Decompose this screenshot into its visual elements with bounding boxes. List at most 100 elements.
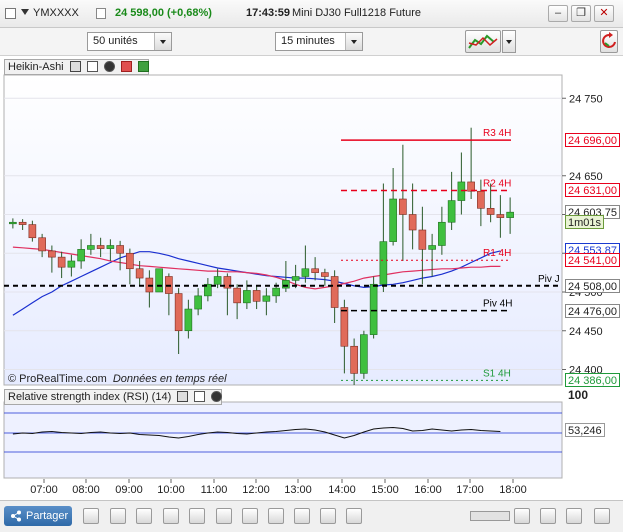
price-tag: 24 696,00 [565,133,620,148]
rectangle-tool-icon[interactable] [189,508,205,524]
settings-icon[interactable] [594,508,610,524]
candle-body [184,308,193,332]
refresh-button[interactable] [600,30,618,53]
close-icon[interactable] [211,390,223,402]
eraser-tool-icon[interactable] [268,508,284,524]
x-tick-label: 16:00 [414,484,442,496]
price-tag: 24 386,00 [565,373,620,388]
chevron-down-icon [506,40,512,44]
candle-body [379,241,388,285]
units-select[interactable]: 50 unités [87,32,172,51]
chart-toolbar: 50 unités 15 minutes [0,28,623,56]
share-button[interactable]: Partager [4,506,72,526]
price-pane[interactable] [3,74,563,386]
text-tool-icon[interactable] [216,508,232,524]
candle-body [194,295,202,310]
candle-body [213,276,222,285]
clock-time: 17:43:59 [246,7,291,19]
candle-body [457,181,466,201]
maximize-icon[interactable] [86,60,98,72]
x-tick-label: 08:00 [72,484,100,496]
line-tool-icon[interactable] [110,508,126,524]
restore-icon[interactable]: ❐ [571,5,591,22]
price-tag: 24 508,00 [565,278,620,293]
wrench-icon[interactable] [69,60,81,72]
symbol-name[interactable]: YMXXXX [33,7,79,19]
close-icon[interactable]: ✕ [594,5,614,22]
x-tick-label: 15:00 [371,484,399,496]
price-tag: 24 541,00 [565,253,620,268]
candle-body [243,290,251,304]
pivot-label: R2 4H [483,178,511,189]
candle-body [9,221,17,225]
sync-checkbox[interactable] [5,8,16,19]
rsi-scale-top: 100 [568,388,589,402]
move-up-icon[interactable] [137,60,149,72]
watermark-copyright: © ProRealTime.com [8,373,107,385]
instrument-name: Mini DJ30 Full1218 Future [292,7,422,19]
fibonacci-tool-icon[interactable] [136,508,152,524]
units-select-value: 50 unités [93,35,138,47]
candle-body [106,245,115,249]
refresh-icon [602,32,616,48]
zoom-tool-icon[interactable] [514,508,530,524]
pivot-label: R3 4H [483,128,511,139]
candle-body [447,200,456,223]
bottom-toolbar: Partager [0,500,623,532]
x-axis: 07:00 08:00 09:00 10:00 11:00 12:00 13:00 14:00… [30,479,527,496]
magnet-tool-icon[interactable] [294,508,310,524]
y-tick-label: 24 450 [569,326,603,338]
zoom-out-icon[interactable] [566,508,582,524]
candle-body [126,252,134,270]
indicators-dropdown[interactable] [502,30,516,53]
pivot-label: R1 4H [483,248,511,259]
candle-body [301,268,310,277]
watermark-note: Données en temps réel [112,373,227,385]
zoom-in-icon[interactable] [540,508,556,524]
candle-body [418,229,427,250]
candle-body [262,295,271,302]
candle-body [272,287,280,297]
candle-body [477,190,485,209]
candle-body [486,208,495,215]
chart-canvas[interactable]: R3 4H R2 4H R1 4H Piv J Piv 4H S1 4H 07:00 08:… [0,56,623,500]
main-panel-title: Heikin-Ashi [8,61,64,73]
x-tick-label: 14:00 [328,484,356,496]
watermark: © ProRealTime.com Données en temps réel [8,373,227,385]
indicators-button[interactable] [465,30,501,53]
candle-body [38,237,46,252]
share-icon [11,510,21,522]
candle-body [233,287,241,304]
chevron-down-icon[interactable] [154,33,171,50]
arrow-tool-icon[interactable] [242,508,258,524]
drawing-tool-icon[interactable] [83,508,99,524]
order-tool-icon[interactable] [346,508,362,524]
channel-tool-icon[interactable] [163,508,179,524]
x-tick-label: 12:00 [242,484,270,496]
indicator-chart-icon [468,34,498,49]
y-tick-label: 24 650 [569,171,603,183]
title-bar: YMXXXX 24 598,00 (+0,68%) 17:43:59 Mini … [0,0,623,28]
y-tick-label: 24 750 [569,93,603,105]
candle-body [360,334,368,374]
maximize-icon[interactable] [194,390,206,402]
x-tick-label: 13:00 [284,484,312,496]
candle-body [311,268,319,273]
candle-body [252,290,261,302]
move-down-icon[interactable] [120,60,132,72]
pivot-label: Piv 4H [483,299,512,310]
chevron-down-icon[interactable] [345,33,362,50]
candle-body [291,276,300,281]
candle-body [67,260,76,268]
symbol-dropdown-icon[interactable] [21,9,29,15]
interval-select[interactable]: 15 minutes [275,32,363,51]
close-icon[interactable] [103,60,115,72]
alert-tool-icon[interactable] [320,508,336,524]
candle-body [87,245,95,250]
wrench-icon[interactable] [177,390,189,402]
candle-body [321,272,329,277]
price-tag: 24 476,00 [565,303,620,318]
minimize-icon[interactable]: – [548,5,568,22]
horizontal-scrollbar[interactable] [470,511,510,521]
detach-icon[interactable] [96,8,106,19]
